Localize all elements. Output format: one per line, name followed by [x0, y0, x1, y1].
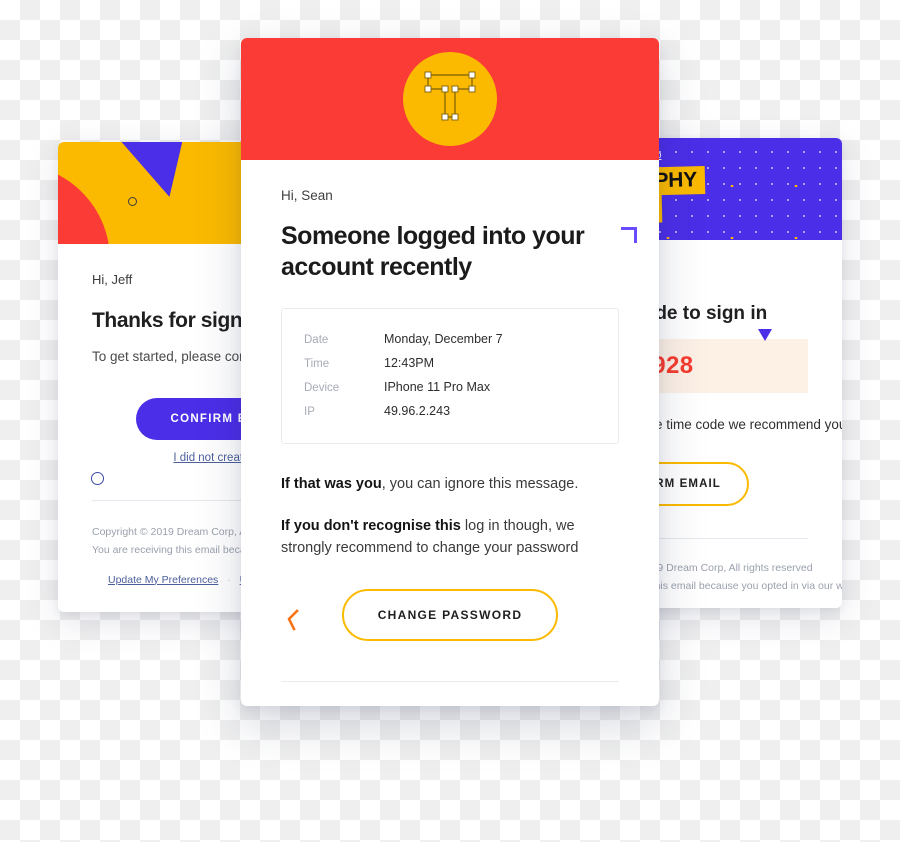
main-cta-wrap: CHANGE PASSWORD [281, 589, 619, 642]
left-footer-separator: · [227, 573, 231, 586]
email-card-main[interactable]: Hi, Sean Someone logged into your accoun… [241, 38, 659, 706]
message-block: If that was you, you can ignore this mes… [281, 474, 619, 559]
main-title-wrap: Someone logged into your account recentl… [281, 221, 637, 282]
table-row: Time 12:43PM [304, 351, 596, 375]
info-label-ip: IP [304, 406, 315, 418]
message-1-rest: , you can ignore this message. [381, 476, 579, 492]
main-greeting: Hi, Sean [281, 188, 333, 203]
left-update-preferences-link[interactable]: Update My Preferences [108, 574, 218, 586]
table-row: IP 49.96.2.243 [304, 399, 596, 423]
main-card-body: Hi, Sean Someone logged into your accoun… [241, 160, 659, 642]
brand-logo-circle [403, 52, 497, 146]
info-value-time: 12:43PM [384, 356, 435, 370]
info-value-date: Monday, December 7 [384, 332, 503, 346]
change-password-button[interactable]: CHANGE PASSWORD [341, 589, 559, 642]
small-circle-outline-icon [128, 197, 137, 206]
info-label-device: Device [304, 382, 340, 394]
message-line-2: If you don't recognise this log in thoug… [281, 516, 619, 560]
message-1-strong: If that was you [281, 476, 382, 492]
blue-ring-outline-icon [91, 472, 104, 485]
purple-corner-bracket-icon [621, 227, 637, 243]
main-title: Someone logged into your account recentl… [281, 222, 585, 281]
letter-t-vector-path-icon [424, 71, 476, 121]
red-quarter-circle-shape [58, 164, 110, 244]
main-footer: Copyright © 2019 Dream Corp, All rights … [241, 682, 659, 706]
table-row: Device IPhone 11 Pro Max [304, 375, 596, 399]
info-label-time: Time [304, 358, 330, 370]
message-line-1: If that was you, you can ignore this mes… [281, 474, 619, 496]
purple-triangle-icon [758, 329, 772, 341]
message-2-strong: If you don't recognise this [281, 517, 461, 534]
orange-chevron-mark-icon [287, 609, 299, 631]
table-row: Date Monday, December 7 [304, 327, 596, 351]
composition-stage: TYPOGRAPHY Hi, Jeff Thanks for signing u… [0, 0, 900, 842]
info-value-ip: 49.96.2.243 [384, 404, 451, 418]
blue-triangle-shape [111, 142, 209, 207]
login-details-table: Date Monday, December 7 Time 12:43PM Dev… [281, 308, 619, 444]
main-card-header [241, 38, 659, 160]
info-label-date: Date [304, 334, 329, 346]
info-value-device: IPhone 11 Pro Max [384, 380, 491, 394]
